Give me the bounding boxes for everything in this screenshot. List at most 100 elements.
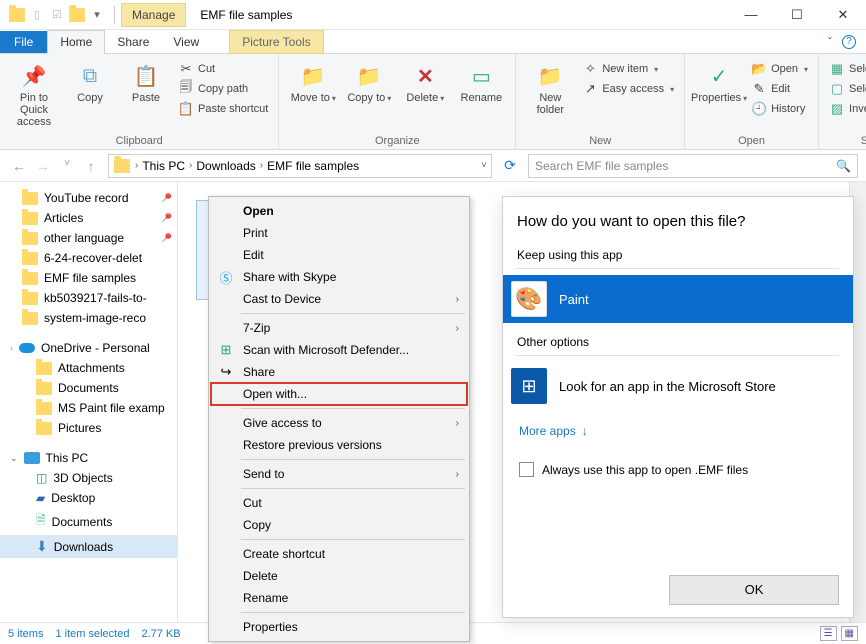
search-icon[interactable]: 🔍 (836, 159, 851, 173)
ctx-create-shortcut[interactable]: Create shortcut (211, 543, 467, 565)
sidebar-item[interactable]: Attachments (0, 358, 177, 378)
search-input[interactable]: Search EMF file samples 🔍 (528, 154, 858, 178)
chevron-right-icon[interactable]: › (185, 160, 196, 171)
ctx-properties[interactable]: Properties (211, 616, 467, 638)
ok-button[interactable]: OK (669, 575, 839, 605)
sidebar-item[interactable]: kb5039217-fails-to- (0, 288, 177, 308)
nav-up-button[interactable]: ↑ (80, 158, 102, 174)
ctx-copy[interactable]: Copy (211, 514, 467, 536)
move-to-button[interactable]: 📁Move to▾ (287, 58, 339, 104)
edit-button[interactable]: ✎Edit (749, 80, 810, 98)
sidebar-item[interactable]: Documents (0, 378, 177, 398)
title-bar: ▯ ☑ ▾ Manage EMF file samples — ☐ ✕ (0, 0, 866, 30)
select-all-button[interactable]: ▦Select all (827, 60, 866, 78)
cut-button[interactable]: ✂Cut (176, 60, 270, 78)
qat-checkbox-icon[interactable]: ☑ (48, 6, 66, 24)
sidebar-item-downloads[interactable]: ⬇Downloads (0, 535, 177, 558)
sidebar-item[interactable]: ◫3D Objects (0, 468, 177, 488)
help-icon[interactable]: ? (842, 35, 856, 49)
ctx-open[interactable]: Open (211, 200, 467, 222)
chevron-right-icon[interactable]: › (131, 160, 142, 171)
sidebar-item[interactable]: other language📍 (0, 228, 177, 248)
sidebar-item[interactable]: ▰Desktop (0, 488, 177, 508)
sidebar-item[interactable]: Pictures (0, 418, 177, 438)
ctx-send-to[interactable]: Send to› (211, 463, 467, 485)
ribbon-collapse-icon[interactable]: ˇ (828, 35, 832, 49)
copy-to-button[interactable]: 📁Copy to▾ (343, 58, 395, 104)
invert-selection-button[interactable]: ▨Invert selection (827, 100, 866, 118)
sidebar-item[interactable]: EMF file samples (0, 268, 177, 288)
sidebar-item-onedrive[interactable]: ›OneDrive - Personal (0, 338, 177, 358)
properties-button[interactable]: ✓Properties▾ (693, 58, 745, 104)
minimize-button[interactable]: — (728, 0, 774, 30)
breadcrumb-dropdown-icon[interactable]: ˅ (481, 160, 487, 171)
app-option-paint[interactable]: 🎨 Paint (503, 275, 853, 323)
app-option-store[interactable]: ⊞ Look for an app in the Microsoft Store (503, 362, 853, 410)
delete-button[interactable]: ✕Delete▾ (399, 58, 451, 104)
select-none-button[interactable]: ▢Select none (827, 80, 866, 98)
refresh-button[interactable]: ⟳ (498, 157, 522, 174)
sidebar-item[interactable]: Articles📍 (0, 208, 177, 228)
paste-button[interactable]: 📋 Paste (120, 58, 172, 104)
sidebar-item[interactable]: system-image-reco (0, 308, 177, 328)
tab-file[interactable]: File (0, 31, 47, 53)
folder-icon[interactable] (8, 6, 26, 24)
more-apps-link[interactable]: More apps↓ (519, 424, 839, 438)
copy-path-button[interactable]: 🗐Copy path (176, 80, 270, 98)
qat-overflow-icon[interactable] (68, 6, 86, 24)
breadcrumb-item[interactable]: EMF file samples (267, 159, 359, 173)
copy-button[interactable]: ⧉ Copy (64, 58, 116, 104)
sidebar-item[interactable]: 6-24-recover-delet (0, 248, 177, 268)
pin-quick-access-button[interactable]: 📌 Pin to Quick access (8, 58, 60, 128)
folder-icon (113, 157, 131, 175)
tab-home[interactable]: Home (47, 30, 105, 54)
ctx-share[interactable]: ↪Share (211, 361, 467, 383)
ctx-delete[interactable]: Delete (211, 565, 467, 587)
manage-context-tab[interactable]: Manage (121, 3, 186, 27)
tab-view[interactable]: View (161, 31, 211, 53)
ctx-cast[interactable]: Cast to Device› (211, 288, 467, 310)
ctx-7zip[interactable]: 7-Zip› (211, 317, 467, 339)
ctx-share-skype[interactable]: ⓈShare with Skype (211, 266, 467, 288)
paste-shortcut-button[interactable]: 📋Paste shortcut (176, 100, 270, 118)
ctx-defender[interactable]: ⊞Scan with Microsoft Defender... (211, 339, 467, 361)
new-folder-button[interactable]: 📁New folder (524, 58, 576, 116)
ctx-give-access[interactable]: Give access to› (211, 412, 467, 434)
breadcrumb-item[interactable]: This PC (142, 159, 185, 173)
always-use-checkbox-row[interactable]: Always use this app to open .EMF files (519, 462, 839, 477)
tab-share[interactable]: Share (105, 31, 161, 53)
nav-back-button[interactable]: ← (8, 158, 30, 174)
sidebar-item[interactable]: YouTube record📍 (0, 188, 177, 208)
checkbox-icon[interactable] (519, 462, 534, 477)
sidebar-item[interactable]: 🗎Documents (0, 508, 177, 535)
tab-picture-tools[interactable]: Picture Tools (229, 30, 323, 54)
history-button[interactable]: 🕘History (749, 100, 810, 118)
navigation-sidebar[interactable]: YouTube record📍 Articles📍 other language… (0, 182, 178, 622)
qat-save-icon[interactable]: ▯ (28, 6, 46, 24)
close-button[interactable]: ✕ (820, 0, 866, 30)
easy-access-button[interactable]: ↗Easy access▾ (580, 80, 676, 98)
ctx-open-with[interactable]: Open with... (211, 383, 467, 405)
view-thumbnails-button[interactable]: ▦ (841, 626, 858, 641)
rename-button[interactable]: ▭Rename (455, 58, 507, 104)
ctx-edit[interactable]: Edit (211, 244, 467, 266)
ctx-cut[interactable]: Cut (211, 492, 467, 514)
chevron-right-icon[interactable]: › (256, 160, 267, 171)
breadcrumb[interactable]: › This PC › Downloads › EMF file samples… (108, 154, 492, 178)
breadcrumb-item[interactable]: Downloads (196, 159, 255, 173)
nav-recent-button[interactable]: ˅ (56, 158, 78, 174)
open-icon: 📂 (751, 61, 767, 77)
ctx-restore[interactable]: Restore previous versions (211, 434, 467, 456)
ctx-rename[interactable]: Rename (211, 587, 467, 609)
store-icon: ⊞ (511, 368, 547, 404)
sidebar-item[interactable]: MS Paint file examp (0, 398, 177, 418)
new-item-button[interactable]: ✧New item▾ (580, 60, 676, 78)
maximize-button[interactable]: ☐ (774, 0, 820, 30)
sidebar-item-thispc[interactable]: ⌄This PC (0, 448, 177, 468)
view-details-button[interactable]: ☰ (820, 626, 837, 641)
open-button[interactable]: 📂Open▾ (749, 60, 810, 78)
nav-forward-button[interactable]: → (32, 158, 54, 174)
folder-icon (36, 382, 52, 395)
ctx-print[interactable]: Print (211, 222, 467, 244)
qat-dropdown-icon[interactable]: ▾ (88, 6, 106, 24)
